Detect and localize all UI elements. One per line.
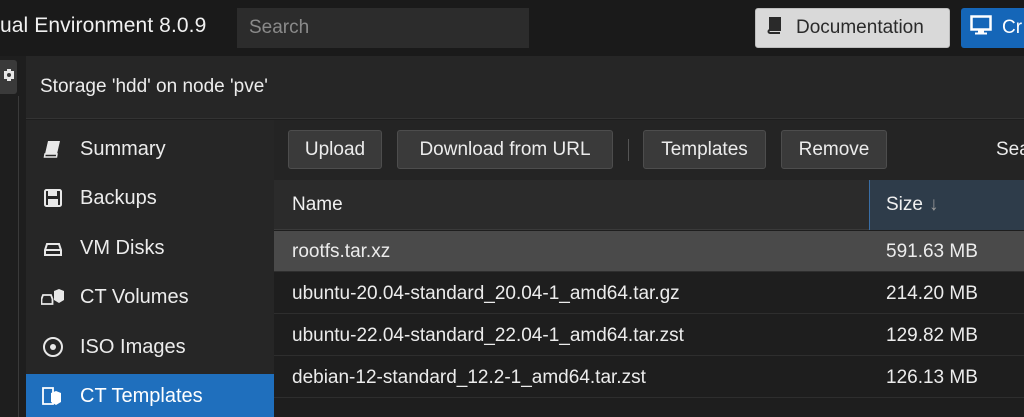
documentation-button[interactable]: Documentation bbox=[755, 8, 950, 48]
search-label: Sea bbox=[996, 139, 1024, 160]
content-area: Upload Download from URL Templates Remov… bbox=[274, 120, 1024, 417]
gear-icon bbox=[3, 68, 15, 87]
book-icon bbox=[40, 136, 66, 162]
nav-label: Backups bbox=[80, 186, 157, 209]
file-name: rootfs.tar.xz bbox=[292, 241, 391, 262]
disc-icon bbox=[40, 334, 66, 360]
gutter-gear-button[interactable] bbox=[0, 60, 17, 94]
book-icon bbox=[766, 16, 784, 40]
nav-item-backups[interactable]: Backups bbox=[26, 176, 274, 220]
download-from-url-button[interactable]: Download from URL bbox=[397, 130, 613, 169]
nav-label: CT Templates bbox=[80, 384, 203, 407]
nav-label: VM Disks bbox=[80, 236, 165, 259]
column-header-size[interactable]: Size ↓ bbox=[869, 180, 1024, 230]
create-vm-button[interactable]: Cr bbox=[961, 8, 1024, 48]
table-row[interactable]: ubuntu-22.04-standard_22.04-1_amd64.tar.… bbox=[274, 315, 1024, 356]
file-size: 214.20 MB bbox=[886, 283, 978, 304]
file-size: 129.82 MB bbox=[886, 325, 978, 346]
toolbar-separator bbox=[628, 139, 629, 161]
table-row[interactable]: rootfs.tar.xz 591.63 MB bbox=[274, 231, 1024, 272]
storage-sidenav: Summary Backups VM Disks CT Volumes ISO … bbox=[26, 120, 274, 417]
ct-template-icon bbox=[40, 383, 66, 409]
create-label: Cr bbox=[1002, 17, 1023, 38]
nav-item-summary[interactable]: Summary bbox=[26, 127, 274, 171]
upload-button[interactable]: Upload bbox=[288, 130, 382, 169]
column-header-name[interactable]: Name bbox=[292, 194, 343, 216]
file-name: ubuntu-22.04-standard_22.04-1_amd64.tar.… bbox=[292, 325, 684, 346]
size-header-label: Size bbox=[886, 194, 923, 215]
file-size: 126.13 MB bbox=[886, 367, 978, 388]
nav-item-ct-templates[interactable]: CT Templates bbox=[26, 374, 274, 417]
templates-button[interactable]: Templates bbox=[643, 130, 766, 169]
nav-label: ISO Images bbox=[80, 335, 186, 358]
nav-item-ct-volumes[interactable]: CT Volumes bbox=[26, 275, 274, 319]
search-input[interactable] bbox=[237, 8, 529, 48]
grid-header: Name Size ↓ bbox=[274, 180, 1024, 230]
table-row[interactable]: debian-12-standard_12.2-1_amd64.tar.zst … bbox=[274, 357, 1024, 398]
file-name: debian-12-standard_12.2-1_amd64.tar.zst bbox=[292, 367, 646, 388]
nav-item-iso-images[interactable]: ISO Images bbox=[26, 325, 274, 369]
app-title: ual Environment 8.0.9 bbox=[0, 14, 207, 37]
nav-item-vm-disks[interactable]: VM Disks bbox=[26, 226, 274, 270]
floppy-icon bbox=[40, 185, 66, 211]
nav-label: CT Volumes bbox=[80, 285, 189, 308]
panel-title: Storage 'hdd' on node 'pve' bbox=[40, 76, 268, 97]
table-row[interactable]: ubuntu-20.04-standard_20.04-1_amd64.tar.… bbox=[274, 273, 1024, 314]
hdd-icon bbox=[40, 235, 66, 261]
file-name: ubuntu-20.04-standard_20.04-1_amd64.tar.… bbox=[292, 283, 680, 304]
panel-header: Storage 'hdd' on node 'pve' bbox=[26, 56, 1024, 119]
remove-button[interactable]: Remove bbox=[781, 130, 887, 169]
monitor-icon bbox=[970, 15, 992, 41]
gutter-divider bbox=[18, 96, 19, 417]
top-header: ual Environment 8.0.9 Documentation Cr bbox=[0, 0, 1024, 56]
left-gutter bbox=[0, 56, 26, 417]
documentation-label: Documentation bbox=[796, 17, 924, 38]
sort-descending-icon: ↓ bbox=[928, 194, 939, 215]
toolbar: Upload Download from URL Templates Remov… bbox=[274, 120, 1024, 180]
file-size: 591.63 MB bbox=[886, 241, 978, 262]
nav-label: Summary bbox=[80, 137, 166, 160]
ct-volume-icon bbox=[40, 284, 66, 310]
